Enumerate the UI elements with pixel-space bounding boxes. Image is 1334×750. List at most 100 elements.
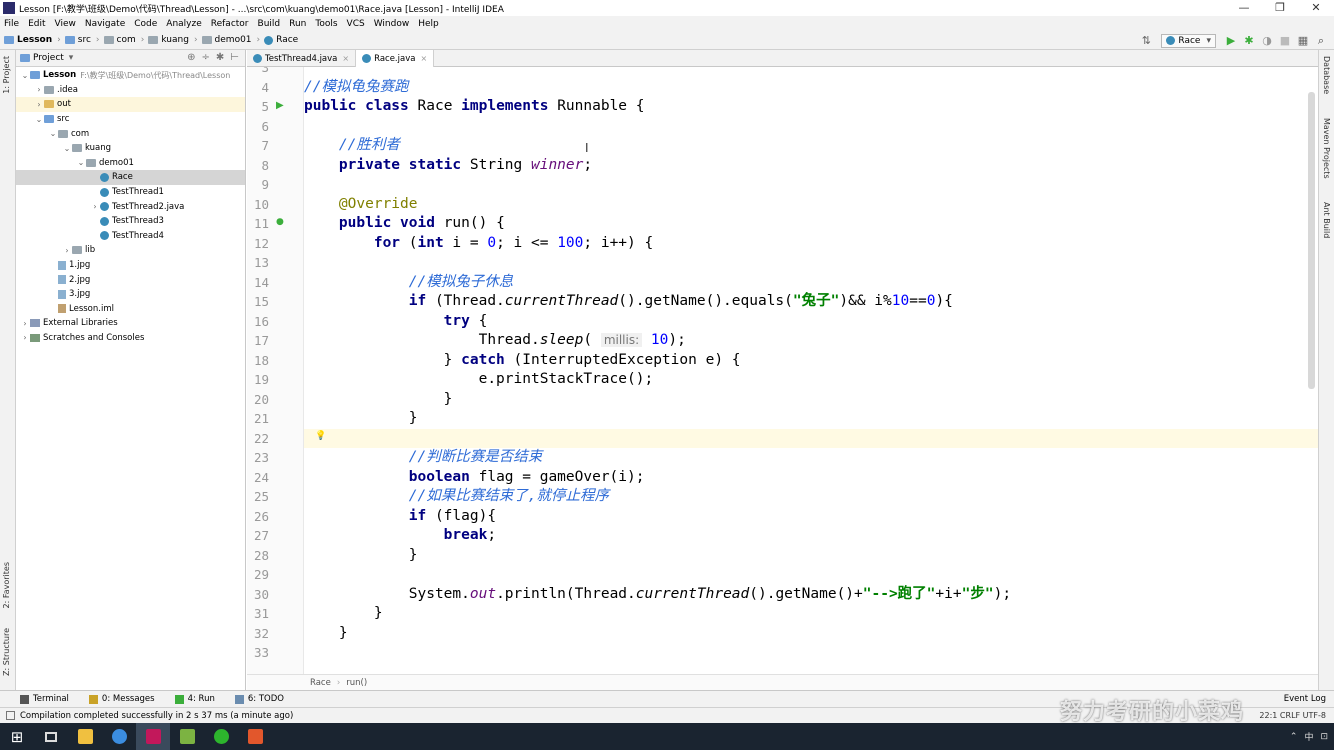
code-line[interactable]: } [304,546,1318,566]
tree-item[interactable]: ⌄ Lesson F:\教学\班级\Demo\代码\Thread\Lesson [16,68,245,83]
maximize-button[interactable]: ❐ [1262,0,1298,16]
tree-item[interactable]: ⌄ demo01 [16,156,245,171]
toolwindow-messages[interactable]: 0: Messages [88,694,155,704]
collapse-icon[interactable]: ÷ [202,52,210,63]
code-line[interactable] [304,565,1318,585]
task-view-icon[interactable] [34,723,68,750]
tree-item[interactable]: › Scratches and Consoles [16,331,245,346]
vertical-scrollbar[interactable] [1308,92,1315,389]
code-line[interactable]: if (Thread.currentThread().getName().equ… [304,292,1318,312]
run-gutter-icon[interactable]: ▶ [276,100,286,111]
tree-item[interactable]: TestThread3 [16,214,245,229]
breadcrumb-item[interactable]: com › [103,35,144,45]
expand-arrow-icon[interactable]: ⌄ [62,144,72,153]
code-line[interactable]: //模拟兔子休息 [304,273,1318,293]
structure-tool-button[interactable]: Z: Structure [2,628,11,676]
expand-arrow-icon[interactable]: ⌄ [48,129,58,138]
search-icon[interactable]: ⌕ [1315,34,1327,47]
menu-analyze[interactable]: Analyze [166,19,201,29]
menu-navigate[interactable]: Navigate [85,19,125,29]
status-right-info[interactable]: 22:1 CRLF UTF-8 [1259,711,1326,720]
code-line[interactable]: e.printStackTrace(); [304,370,1318,390]
run-icon[interactable]: ▶ [1225,34,1237,47]
breadcrumb-item[interactable]: Race [264,35,298,45]
code-line[interactable]: try { [304,312,1318,332]
collapse-arrow-icon[interactable]: › [20,319,30,328]
tree-item[interactable]: 2.jpg [16,272,245,287]
breadcrumb-item[interactable]: kuang › [148,35,198,45]
close-tab-icon[interactable]: × [420,54,427,63]
menu-help[interactable]: Help [418,19,439,29]
menu-code[interactable]: Code [134,19,157,29]
menu-vcs[interactable]: VCS [347,19,365,29]
settings-gear-icon[interactable]: ✱ [216,52,224,63]
tree-item[interactable]: Lesson.iml [16,302,245,317]
tree-item[interactable]: › External Libraries [16,316,245,331]
ant-build-tool-button[interactable]: Ant Build [1322,202,1331,238]
menu-refactor[interactable]: Refactor [211,19,249,29]
minimize-button[interactable]: — [1226,0,1262,16]
close-tab-icon[interactable]: × [342,54,349,63]
project-structure-icon[interactable]: ▦ [1297,34,1309,47]
code-line[interactable]: Thread.sleep( millis: 10); [304,331,1318,351]
code-line[interactable]: break; [304,526,1318,546]
breadcrumb-item[interactable]: src › [64,35,100,45]
tree-item[interactable]: ⌄ kuang [16,141,245,156]
code-line[interactable]: } [304,624,1318,644]
code-line[interactable]: @Override [304,195,1318,215]
breadcrumb-item[interactable]: demo01 › [201,35,260,45]
code-line[interactable] [304,428,1318,448]
code-line[interactable] [304,67,1318,78]
coverage-icon[interactable]: ◑ [1261,34,1273,47]
menu-file[interactable]: File [4,19,19,29]
code-line[interactable] [304,175,1318,195]
slides-icon[interactable] [238,723,272,750]
expand-arrow-icon[interactable]: ⌄ [76,158,86,167]
start-button[interactable]: ⊞ [0,723,34,750]
wechat-icon[interactable] [204,723,238,750]
editor-crumb-item[interactable]: run() [346,678,367,688]
tree-item[interactable]: › .idea [16,83,245,98]
event-log-button[interactable]: Event Log [1284,694,1326,704]
collapse-arrow-icon[interactable]: › [90,202,100,211]
debug-icon[interactable]: ✱ [1243,34,1255,47]
file-explorer-icon[interactable] [68,723,102,750]
maven-tool-button[interactable]: Maven Projects [1322,118,1331,179]
expand-arrow-icon[interactable]: ⌄ [20,71,30,80]
tree-item[interactable]: ⌄ src [16,112,245,127]
favorites-tool-button[interactable]: 2: Favorites [2,562,11,608]
browser-icon[interactable] [102,723,136,750]
code-line[interactable] [304,253,1318,273]
code-line[interactable]: public void run() { [304,214,1318,234]
stop-icon[interactable]: ■ [1279,34,1291,47]
notepad-icon[interactable] [170,723,204,750]
collapse-arrow-icon[interactable]: › [34,100,44,109]
menu-tools[interactable]: Tools [315,19,337,29]
expand-arrow-icon[interactable]: ⌄ [34,115,44,124]
tree-item[interactable]: Race [16,170,245,185]
menu-view[interactable]: View [55,19,76,29]
project-tool-button[interactable]: 1: Project [2,56,11,94]
collapse-arrow-icon[interactable]: › [20,333,30,342]
code-line[interactable]: boolean flag = gameOver(i); [304,468,1318,488]
tree-item[interactable]: ⌄ com [16,126,245,141]
build-icon[interactable]: ⇅ [1140,34,1152,47]
hide-panel-icon[interactable]: ⊢ [230,52,239,63]
project-panel-title[interactable]: Project [33,53,64,63]
show-hidden-icons-icon[interactable]: ⌃ [1290,732,1298,742]
notification-icon[interactable]: ⊡ [1320,732,1328,742]
code-line[interactable]: //判断比赛是否结束 [304,448,1318,468]
tree-item[interactable]: TestThread4 [16,229,245,244]
toolwindow-run[interactable]: 4: Run [174,694,215,704]
override-gutter-icon[interactable]: ● [276,217,286,227]
locate-icon[interactable]: ⊕ [187,52,195,63]
code-line[interactable]: System.out.println(Thread.currentThread(… [304,585,1318,605]
breadcrumb-item[interactable]: Lesson › [4,35,61,45]
menu-run[interactable]: Run [289,19,306,29]
chevron-down-icon[interactable]: ▾ [69,53,74,63]
menu-edit[interactable]: Edit [28,19,45,29]
tree-item[interactable]: 3.jpg [16,287,245,302]
editor-tab[interactable]: Race.java × [356,50,435,67]
code-line[interactable]: for (int i = 0; i <= 100; i++) { [304,234,1318,254]
code-line[interactable]: } [304,409,1318,429]
